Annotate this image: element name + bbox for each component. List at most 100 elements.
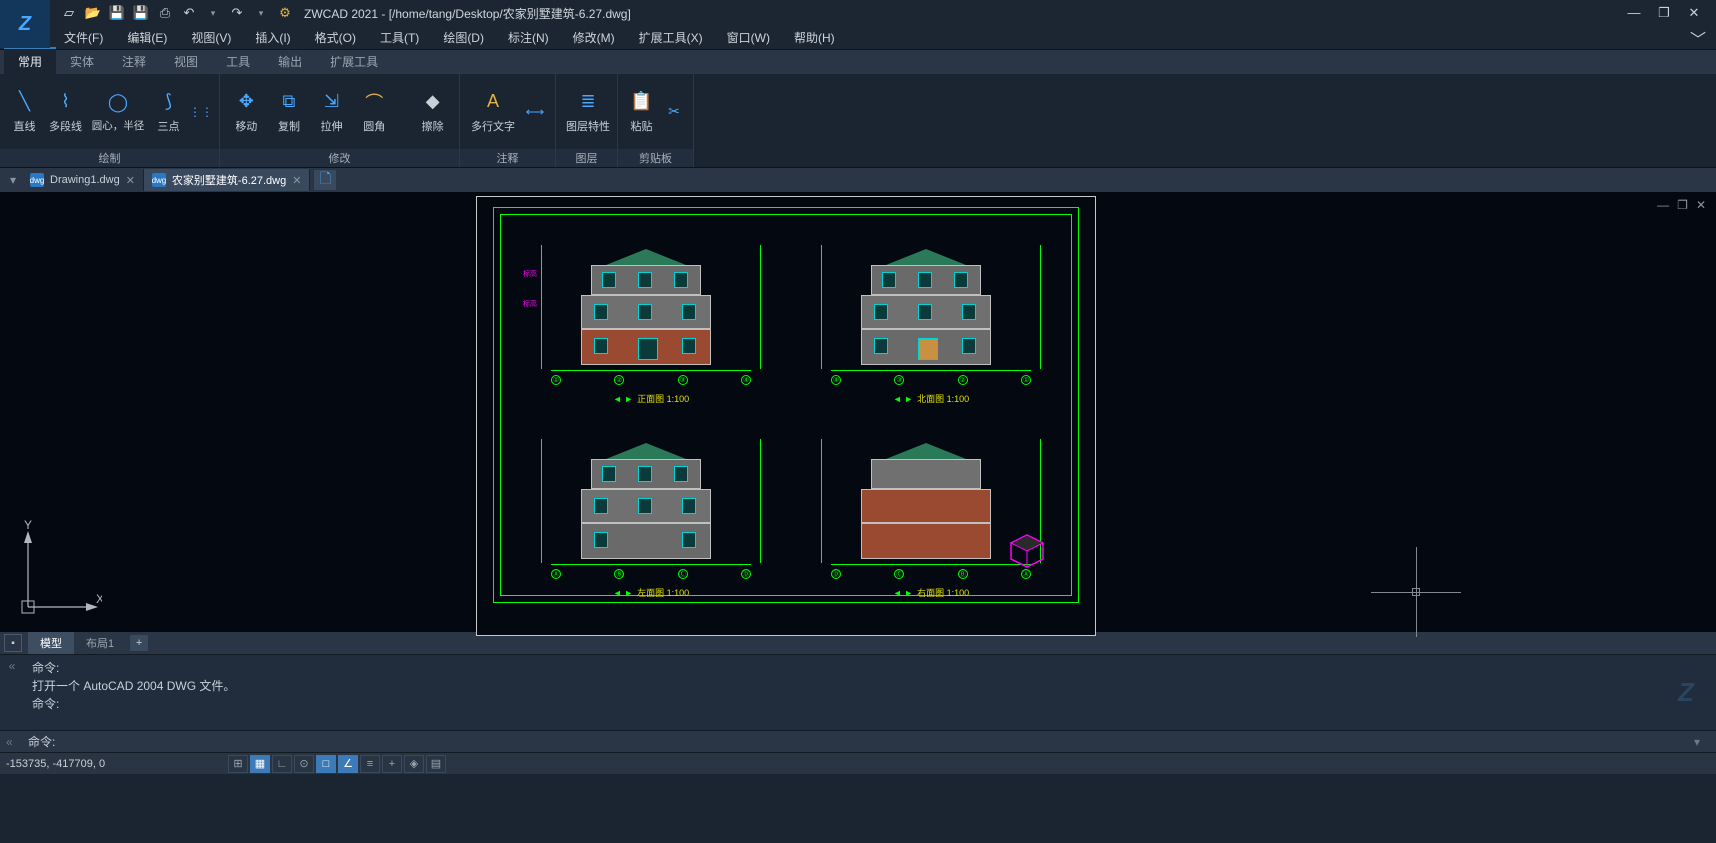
ribbon-panel-clipboard: 📋粘贴 ✂ 剪贴板 [618, 74, 694, 167]
drawing-canvas[interactable]: — ❐ ✕ 标高 标高 ①②③④ ◄ ►正面图 1:10 [0, 192, 1716, 632]
status-grid-button[interactable]: ▦ [250, 755, 270, 773]
status-dyn-button[interactable]: + [382, 755, 402, 773]
qat-undo-icon[interactable]: ↶ [180, 4, 198, 22]
layout-tab-layout1[interactable]: 布局1 [74, 632, 126, 654]
dwg-file-icon: dwg [30, 173, 44, 187]
dim-drop-button[interactable]: ⟷ [524, 96, 546, 128]
status-cycle-button[interactable]: ◈ [404, 755, 424, 773]
viewport-min-icon[interactable]: — [1657, 198, 1669, 212]
coordinates-readout[interactable]: -153735, -417709, 0 [6, 758, 226, 770]
close-tab-icon[interactable]: ✕ [126, 174, 135, 187]
status-ortho-button[interactable]: ∟ [272, 755, 292, 773]
minimize-button[interactable]: — [1624, 5, 1644, 21]
menu-format[interactable]: 格式(O) [307, 26, 364, 49]
status-qp-button[interactable]: ▤ [426, 755, 446, 773]
panel-title-annotate: 注释 [460, 149, 555, 167]
status-polar-button[interactable]: ⊙ [294, 755, 314, 773]
menu-help[interactable]: 帮助(H) [786, 26, 843, 49]
move-button[interactable]: ✥移动 [228, 86, 265, 138]
ribbon-tab-annotate[interactable]: 注释 [108, 49, 160, 74]
close-tab-icon[interactable]: ✕ [292, 174, 301, 187]
paste-icon: 📋 [630, 90, 654, 114]
layer-properties-button[interactable]: ≣图层特性 [564, 86, 612, 138]
ribbon-expand-icon[interactable]: ﹀ [1690, 26, 1706, 50]
new-doc-tab-button[interactable]: 🗋 [314, 170, 336, 190]
command-history-handle[interactable]: « [0, 655, 24, 730]
polyline-button[interactable]: ⌇多段线 [47, 86, 84, 138]
status-osnap-button[interactable]: □ [316, 755, 336, 773]
draw-more-button[interactable]: ⋮⋮ [191, 96, 211, 128]
command-input[interactable] [59, 735, 1694, 749]
dwg-file-icon: dwg [152, 173, 166, 187]
command-history-lines[interactable]: 命令: 打开一个 AutoCAD 2004 DWG 文件。 命令: [24, 655, 1656, 730]
paste-button[interactable]: 📋粘贴 [626, 86, 657, 138]
erase-button[interactable]: ◆擦除 [414, 86, 451, 138]
menu-modify[interactable]: 修改(M) [565, 26, 623, 49]
menu-express[interactable]: 扩展工具(X) [631, 26, 711, 49]
qat-new-icon[interactable]: ▱ [60, 4, 78, 22]
qat-redo-drop-icon[interactable]: ▾ [252, 4, 270, 22]
line-button[interactable]: ╲直线 [8, 86, 41, 138]
mtext-button[interactable]: A多行文字 [468, 86, 518, 138]
ribbon-tab-view[interactable]: 视图 [160, 49, 212, 74]
app-menu-button[interactable]: Z [0, 0, 50, 48]
qat-saveall-icon[interactable]: 💾 [132, 4, 150, 22]
viewport-window-controls: — ❐ ✕ [1657, 198, 1706, 212]
menu-window[interactable]: 窗口(W) [719, 26, 778, 49]
menu-insert[interactable]: 插入(I) [247, 26, 298, 49]
menu-file[interactable]: 文件(F) [56, 26, 111, 49]
elevation-front: 标高 标高 ①②③④ ◄ ►正面图 1:100 [521, 229, 781, 409]
arc-button[interactable]: ⟆三点 [152, 86, 185, 138]
command-chevron-icon[interactable]: « [6, 735, 22, 749]
doc-tab-drawing1[interactable]: dwg Drawing1.dwg ✕ [22, 169, 144, 191]
menu-edit[interactable]: 编辑(E) [119, 26, 175, 49]
qat-workspace-icon[interactable]: ⚙ [276, 4, 294, 22]
circle-icon: ◯ [106, 90, 130, 114]
close-button[interactable]: ✕ [1684, 5, 1704, 21]
fillet-button[interactable]: ⌒圆角 [356, 86, 393, 138]
menu-tools[interactable]: 工具(T) [372, 26, 427, 49]
cut-icon: ✂ [662, 100, 686, 124]
qat-plot-icon[interactable]: ⎙ [156, 4, 174, 22]
layout-toggle-button[interactable]: ▪ [4, 634, 22, 652]
status-snap-button[interactable]: ⊞ [228, 755, 248, 773]
copy-icon: ⧉ [277, 90, 301, 114]
ribbon-tab-output[interactable]: 输出 [264, 49, 316, 74]
menu-dimension[interactable]: 标注(N) [500, 26, 557, 49]
qat-redo-icon[interactable]: ↷ [228, 4, 246, 22]
status-otrack-button[interactable]: ∠ [338, 755, 358, 773]
ribbon-tab-home[interactable]: 常用 [4, 47, 56, 74]
view-cube[interactable] [1007, 531, 1047, 571]
ribbon-tab-tools[interactable]: 工具 [212, 49, 264, 74]
ribbon-panel-modify: ✥移动 ⧉复制 ⇲拉伸 ⌒圆角 ◆擦除 修改 [220, 74, 460, 167]
viewport-max-icon[interactable]: ❐ [1677, 198, 1688, 212]
more-dots-icon: ⋮⋮ [189, 100, 213, 124]
layout-tab-model[interactable]: 模型 [28, 632, 74, 654]
stretch-button[interactable]: ⇲拉伸 [313, 86, 350, 138]
menu-draw[interactable]: 绘图(D) [435, 26, 492, 49]
viewport-close-icon[interactable]: ✕ [1696, 198, 1706, 212]
qat-undo-drop-icon[interactable]: ▾ [204, 4, 222, 22]
status-lwt-button[interactable]: ≡ [360, 755, 380, 773]
add-layout-button[interactable]: + [130, 635, 148, 651]
stretch-icon: ⇲ [320, 90, 344, 114]
dim-icon: ⟷ [523, 100, 547, 124]
doc-tabs-menu-icon[interactable]: ▾ [4, 173, 22, 187]
menu-view[interactable]: 视图(V) [183, 26, 239, 49]
copy-button[interactable]: ⧉复制 [271, 86, 308, 138]
cut-button[interactable]: ✂ [663, 96, 685, 128]
sheet-frame-inner: 标高 标高 ①②③④ ◄ ►正面图 1:100 ④③②① ◄ ►北面图 [500, 214, 1072, 596]
qat-open-icon[interactable]: 📂 [84, 4, 102, 22]
qat-save-icon[interactable]: 💾 [108, 4, 126, 22]
panel-title-draw: 绘制 [0, 149, 219, 167]
move-icon: ✥ [234, 90, 258, 114]
circle-button[interactable]: ◯圆心，半径 [90, 86, 146, 137]
command-dropdown-icon[interactable]: ▾ [1694, 735, 1710, 749]
fillet-icon: ⌒ [362, 90, 386, 114]
doc-tab-label: 农家别墅建筑-6.27.dwg [172, 172, 286, 188]
doc-tab-villa[interactable]: dwg 农家别墅建筑-6.27.dwg ✕ [144, 169, 311, 191]
ribbon-tab-express[interactable]: 扩展工具 [316, 49, 392, 74]
maximize-button[interactable]: ❐ [1654, 5, 1674, 21]
ucs-icon: Y X [12, 519, 102, 618]
ribbon-tab-solid[interactable]: 实体 [56, 49, 108, 74]
